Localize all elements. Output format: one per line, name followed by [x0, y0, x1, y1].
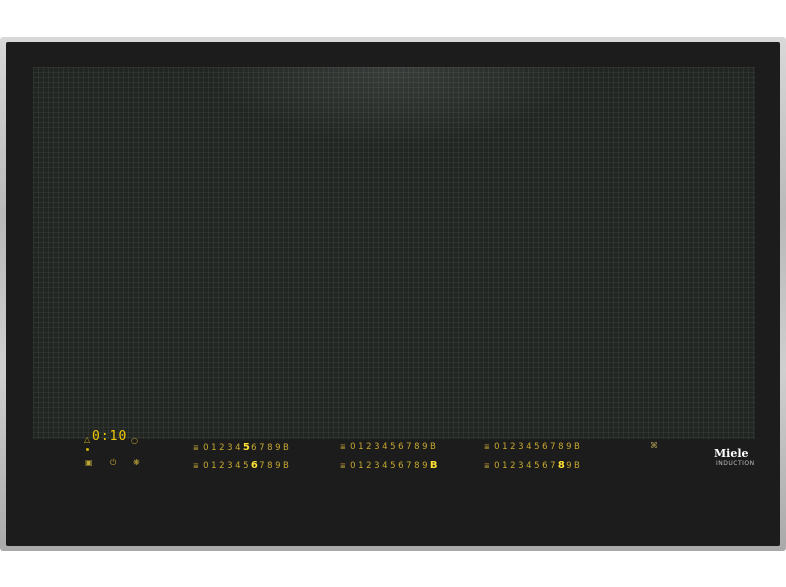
power-level-5[interactable]: 5: [534, 442, 540, 452]
power-level-6[interactable]: 6: [398, 442, 404, 452]
power-level-0[interactable]: 0: [494, 461, 500, 471]
power-level-2[interactable]: 2: [366, 442, 372, 452]
power-level-6[interactable]: 6: [251, 443, 257, 453]
wifi-icon[interactable]: ⌘: [650, 441, 658, 451]
power-level-9[interactable]: 9: [422, 461, 428, 471]
power-level-9[interactable]: 9: [275, 461, 281, 471]
power-level-2[interactable]: 2: [510, 442, 516, 452]
power-level-B[interactable]: B: [283, 461, 289, 471]
brand-logo: Miele: [714, 447, 749, 460]
power-level-6[interactable]: 6: [251, 460, 258, 471]
power-level-B[interactable]: B: [430, 460, 438, 471]
power-level-2[interactable]: 2: [366, 461, 372, 471]
power-level-5[interactable]: 5: [390, 442, 396, 452]
power-level-8[interactable]: 8: [414, 442, 420, 452]
power-level-5[interactable]: 5: [243, 461, 249, 471]
power-level-9[interactable]: 9: [422, 442, 428, 452]
power-level-7[interactable]: 7: [550, 461, 556, 471]
zone-icon: ≣: [193, 443, 199, 452]
power-level-1[interactable]: 1: [502, 461, 508, 471]
power-level-0[interactable]: 0: [494, 442, 500, 452]
power-level-8[interactable]: 8: [558, 460, 565, 471]
power-level-5[interactable]: 5: [534, 461, 540, 471]
power-level-B[interactable]: B: [574, 442, 580, 452]
power-level-2[interactable]: 2: [219, 461, 225, 471]
bell-icon[interactable]: △: [84, 435, 90, 445]
zone-icon: ≣: [340, 443, 346, 451]
zone-icon: ≣: [484, 461, 490, 470]
power-level-2[interactable]: 2: [219, 443, 225, 453]
zone-icon: ≣: [484, 443, 490, 451]
timer-indicator-dot: [86, 448, 89, 451]
power-level-0[interactable]: 0: [350, 461, 356, 471]
power-level-0[interactable]: 0: [350, 442, 356, 452]
power-level-6[interactable]: 6: [398, 461, 404, 471]
power-level-7[interactable]: 7: [259, 461, 265, 471]
power-level-3[interactable]: 3: [374, 442, 380, 452]
power-level-B[interactable]: B: [574, 461, 580, 471]
power-level-9[interactable]: 9: [275, 443, 281, 453]
zone-slider-center-top[interactable]: ≣ 0 1 2 3 4 5 6 7 8 9 B: [340, 442, 436, 452]
power-level-8[interactable]: 8: [267, 443, 273, 453]
power-level-1[interactable]: 1: [211, 461, 217, 471]
power-level-B[interactable]: B: [430, 442, 436, 452]
power-level-6[interactable]: 6: [542, 461, 548, 471]
power-level-3[interactable]: 3: [518, 461, 524, 471]
power-level-3[interactable]: 3: [227, 443, 233, 453]
zone-slider-right-bottom[interactable]: ≣ 0 1 2 3 4 5 6 7 8 9 B: [484, 460, 580, 471]
power-level-0[interactable]: 0: [203, 461, 209, 471]
power-level-7[interactable]: 7: [550, 442, 556, 452]
zone-slider-right-top[interactable]: ≣ 0 1 2 3 4 5 6 7 8 9 B: [484, 442, 580, 452]
power-level-9[interactable]: 9: [566, 442, 572, 452]
power-level-2[interactable]: 2: [510, 461, 516, 471]
power-level-3[interactable]: 3: [518, 442, 524, 452]
zone-icon: ≣: [193, 461, 199, 470]
power-level-3[interactable]: 3: [374, 461, 380, 471]
power-level-7[interactable]: 7: [259, 443, 265, 453]
stop-icon[interactable]: ▣: [85, 458, 93, 468]
power-level-8[interactable]: 8: [267, 461, 273, 471]
power-level-5[interactable]: 5: [390, 461, 396, 471]
timer-display: 0:10: [92, 429, 128, 444]
zone-slider-center-bottom[interactable]: ≣ 0 1 2 3 4 5 6 7 8 9 B: [340, 460, 438, 471]
zone-icon: ≣: [340, 461, 346, 470]
clock-icon[interactable]: ○: [131, 436, 138, 446]
power-level-1[interactable]: 1: [358, 461, 364, 471]
power-level-4[interactable]: 4: [382, 461, 388, 471]
power-level-7[interactable]: 7: [406, 442, 412, 452]
power-level-1[interactable]: 1: [358, 442, 364, 452]
power-level-8[interactable]: 8: [558, 442, 564, 452]
power-level-4[interactable]: 4: [235, 443, 241, 453]
brand-subtitle: INDUCTION: [716, 460, 755, 467]
zone-slider-front-left-top[interactable]: ≣ 0 1 2 3 4 5 6 7 8 9 B: [193, 442, 289, 453]
power-level-4[interactable]: 4: [235, 461, 241, 471]
power-level-3[interactable]: 3: [227, 461, 233, 471]
power-level-5[interactable]: 5: [243, 442, 250, 453]
power-level-4[interactable]: 4: [526, 461, 532, 471]
fan-icon[interactable]: ❋: [133, 458, 140, 468]
power-icon[interactable]: ⏻: [110, 458, 116, 468]
power-level-1[interactable]: 1: [502, 442, 508, 452]
power-level-4[interactable]: 4: [526, 442, 532, 452]
power-level-4[interactable]: 4: [382, 442, 388, 452]
power-level-6[interactable]: 6: [542, 442, 548, 452]
control-panel: △ 0:10 ○ ▣ ⏻ ❋ ≣ 0 1 2 3 4 5 6 7 8 9 B ≣ 0 1 2 3 4 5 6 7 8 9 B…: [0, 0, 786, 587]
zone-slider-front-left-bottom[interactable]: ≣ 0 1 2 3 4 5 6 7 8 9 B: [193, 460, 289, 471]
power-level-8[interactable]: 8: [414, 461, 420, 471]
power-level-0[interactable]: 0: [203, 443, 209, 453]
power-level-1[interactable]: 1: [211, 443, 217, 453]
power-level-B[interactable]: B: [283, 443, 289, 453]
power-level-7[interactable]: 7: [406, 461, 412, 471]
power-level-9[interactable]: 9: [566, 461, 572, 471]
